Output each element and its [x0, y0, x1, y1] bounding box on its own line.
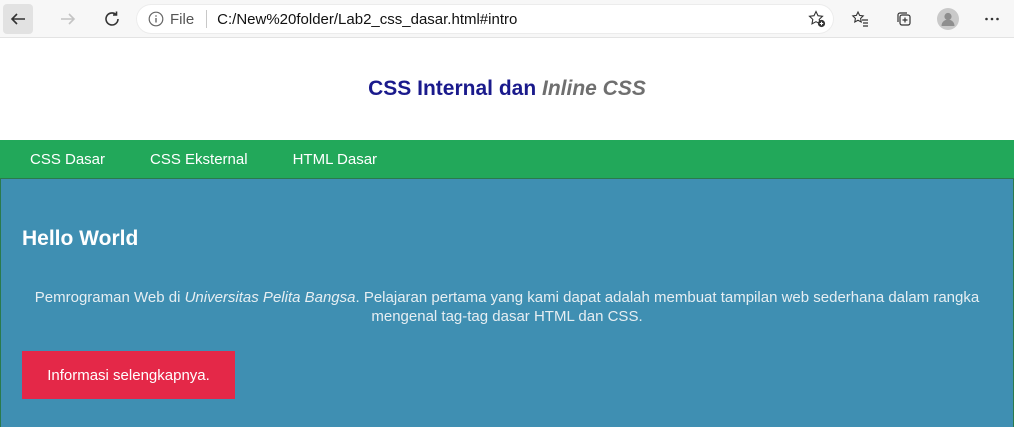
forward-button[interactable]: [53, 4, 83, 34]
browser-toolbar: File C:/New%20folder/Lab2_css_dasar.html…: [0, 0, 1014, 38]
intro-text-university: Universitas Pelita Bangsa: [184, 289, 356, 306]
ellipsis-icon: [985, 17, 999, 21]
nav-link-css-eksternal[interactable]: CSS Eksternal: [150, 151, 248, 168]
info-icon[interactable]: [148, 11, 164, 27]
refresh-button[interactable]: [97, 4, 127, 34]
address-bar[interactable]: File C:/New%20folder/Lab2_css_dasar.html…: [136, 4, 834, 34]
page-title-italic: Inline CSS: [542, 77, 646, 100]
address-divider: [206, 10, 208, 28]
nav-link-html-dasar[interactable]: HTML Dasar: [293, 151, 377, 168]
intro-section: Hello World Pemrograman Web di Universit…: [0, 178, 1014, 427]
page-title: CSS Internal dan Inline CSS: [368, 77, 646, 101]
toolbar-actions: [838, 4, 1014, 34]
favorites-button[interactable]: [838, 4, 882, 34]
profile-button[interactable]: [926, 4, 970, 34]
main-nav: CSS Dasar CSS Eksternal HTML Dasar: [0, 140, 1014, 178]
refresh-icon: [105, 11, 119, 26]
avatar: [937, 8, 959, 30]
collections-button[interactable]: [882, 4, 926, 34]
arrow-left-icon: [10, 12, 25, 25]
site-info-label[interactable]: File: [170, 11, 194, 28]
add-favorite-icon[interactable]: [808, 10, 826, 32]
more-menu-button[interactable]: [970, 4, 1014, 34]
more-info-button[interactable]: Informasi selengkapnya.: [22, 351, 235, 399]
intro-text-start: Pemrograman Web di: [34, 289, 185, 306]
intro-text: Pemrograman Web di Universitas Pelita Ba…: [21, 288, 993, 326]
favorites-list-icon: [851, 10, 868, 27]
url-text[interactable]: C:/New%20folder/Lab2_css_dasar.html#intr…: [217, 11, 517, 28]
intro-text-end: . Pelajaran pertama yang kami dapat adal…: [355, 289, 980, 325]
collections-icon: [897, 12, 911, 26]
back-button[interactable]: [3, 3, 33, 34]
page-header: CSS Internal dan Inline CSS: [0, 38, 1014, 140]
page-title-main: CSS Internal dan: [368, 77, 542, 100]
arrow-right-icon: [61, 12, 76, 25]
intro-title: Hello World: [22, 227, 139, 250]
nav-link-css-dasar[interactable]: CSS Dasar: [30, 151, 105, 168]
